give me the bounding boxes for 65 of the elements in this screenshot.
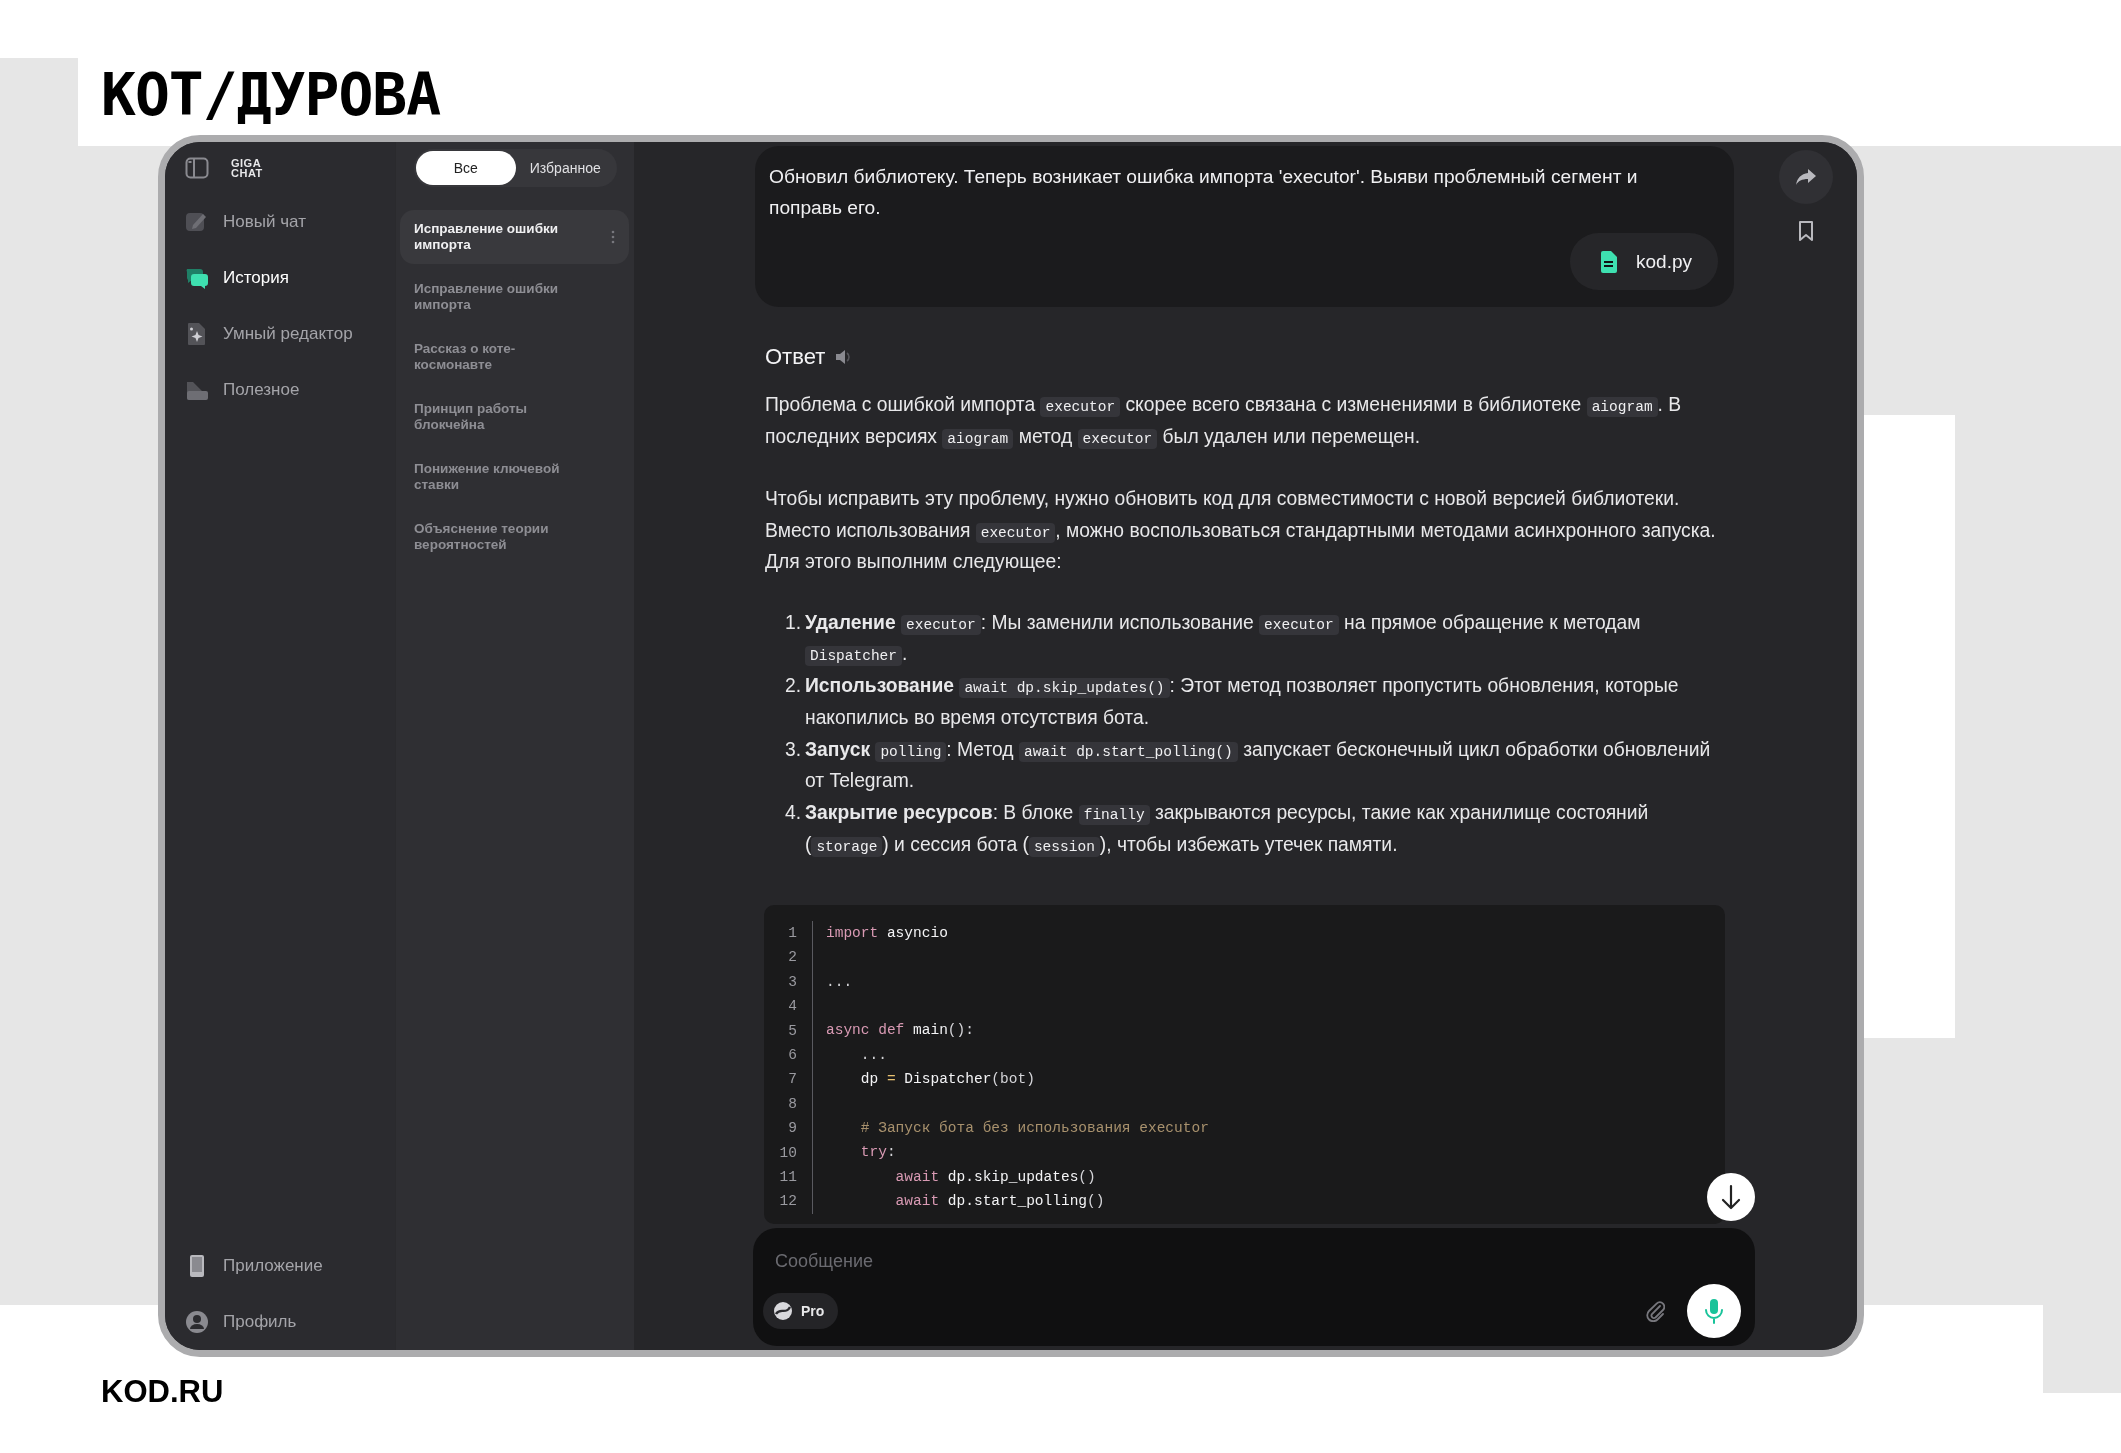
- paperclip-icon[interactable]: [1645, 1300, 1665, 1322]
- list-number: 3.: [783, 737, 802, 762]
- nav-item[interactable]: Полезное: [165, 362, 395, 418]
- list-item-text: Закрытие ресурсов: В блоке finally закрываются ресурсы, такие как хранилище состояний ( storage ) и сессия бота ( session ), чтобы избежать утечек памяти.: [805, 801, 1650, 860]
- nav-item[interactable]: Новый чат: [165, 194, 395, 250]
- file-attachment[interactable]: kod.py: [1570, 233, 1718, 290]
- nav-item[interactable]: История: [165, 250, 395, 306]
- code-line: await dp.start_polling(): [812, 1189, 1105, 1214]
- filter-tab[interactable]: Все: [416, 151, 516, 185]
- line-number: 12: [778, 1193, 798, 1210]
- line-number: 9: [787, 1120, 798, 1137]
- brand-logo: КОТ/ДУРОВА: [101, 66, 441, 124]
- scroll-down-button[interactable]: [1707, 1173, 1755, 1221]
- history-item[interactable]: Исправление ошибки импорта: [400, 270, 629, 324]
- list-number: 1.: [783, 610, 802, 635]
- user-icon: [185, 1310, 209, 1334]
- nav-item[interactable]: Профиль: [165, 1294, 395, 1350]
- more-icon[interactable]: [611, 230, 615, 244]
- code-line: await dp.skip_updates(): [812, 1164, 1096, 1190]
- list-number: 4.: [783, 801, 802, 826]
- answer-heading: Ответ: [765, 343, 826, 371]
- answer-paragraph: Чтобы исправить эту проблему, нужно обновить код для совместимости с новой версией библиотеки. Вместо использования executor , можно воспользоваться стандартными методами асинхронного запуска. Для этого выполним следующее:: [765, 487, 1717, 574]
- code-line: import asyncio: [812, 920, 948, 946]
- line-number: 11: [778, 1168, 798, 1185]
- line-number: 1: [787, 925, 798, 942]
- line-number: 2: [787, 949, 798, 966]
- answer-paragraph: Проблема с ошибкой импорта executor скорее всего связана с изменениями в библиотеке aiogram . В последних версиях aiogram метод executor был удален или перемещен.: [765, 393, 1683, 451]
- code-line: try:: [812, 1140, 896, 1165]
- code-line: async def main():: [812, 1018, 974, 1043]
- app-logo: GIGA CHAT: [231, 156, 263, 180]
- code-line: ...: [812, 969, 853, 995]
- pencil-icon: [185, 210, 209, 234]
- line-number: 10: [778, 1144, 798, 1161]
- bookmark-icon[interactable]: [1798, 220, 1814, 242]
- message-text: Обновил библиотеку. Теперь возникает ошибка импорта 'executor'. Выяви проблемный сегмент и поправь его.: [769, 165, 1639, 220]
- nav-item[interactable]: Приложение: [165, 1238, 395, 1294]
- history-item[interactable]: Принцип работы блокчейна: [400, 390, 629, 444]
- model-selector[interactable]: Pro: [763, 1293, 839, 1329]
- line-number: 4: [787, 998, 798, 1015]
- history-item[interactable]: Объяснение теории вероятностей: [400, 510, 629, 564]
- history-item[interactable]: Понижение ключевой ставки: [400, 450, 629, 504]
- swirl-icon: [773, 1301, 793, 1321]
- list-item-text: Использование await dp.skip_updates() : Этот метод позволяет пропустить обновления, которые накопились во время отсутствия бота.: [805, 674, 1680, 730]
- list-item-text: Удаление executor : Мы заменили использование executor на прямое обращение к методам Dispatcher .: [805, 610, 1642, 669]
- share-icon: [1795, 168, 1817, 186]
- nav-item[interactable]: Умный редактор: [165, 306, 395, 362]
- code-line: # Запуск бота без использования executor: [812, 1116, 1209, 1141]
- line-number: 3: [787, 973, 798, 990]
- code-line: dp = Dispatcher(bot): [812, 1067, 1035, 1092]
- line-number: 8: [787, 1095, 798, 1112]
- message-field[interactable]: Сообщение: [763, 1242, 1387, 1280]
- document-icon: [1600, 250, 1618, 273]
- history-item[interactable]: Исправление ошибки импорта: [400, 210, 629, 264]
- code-line: ...: [812, 1042, 887, 1068]
- list-number: 2.: [783, 674, 802, 699]
- microphone-button[interactable]: [1687, 1284, 1741, 1338]
- site-name: KOD.RU: [101, 1375, 224, 1409]
- chat-bubbles-icon: [185, 266, 209, 290]
- line-number: 7: [787, 1071, 798, 1088]
- line-number: 6: [787, 1047, 798, 1063]
- sidebar-toggle-icon[interactable]: [185, 157, 209, 179]
- history-item[interactable]: Рассказ о коте-космонавте: [400, 330, 629, 384]
- line-number: 5: [787, 1022, 798, 1039]
- list-item-text: Запуск polling : Метод await dp.start_polling() запускает бесконечный цикл обработки обновлений от Telegram.: [805, 737, 1712, 794]
- filter-tab[interactable]: Избранное: [515, 151, 615, 185]
